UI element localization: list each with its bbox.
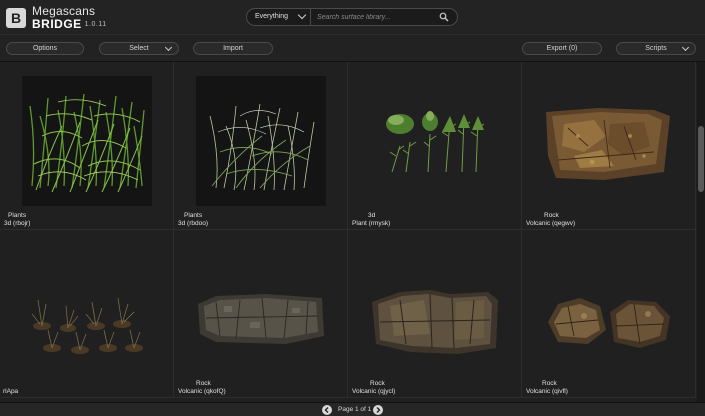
options-label: Options <box>32 45 58 52</box>
import-label: Import <box>223 45 243 52</box>
asset-tile[interactable]: Rock Volcanic (qegwv) <box>522 62 696 230</box>
search-icon[interactable] <box>439 12 449 22</box>
asset-tile[interactable]: Plants 3d (rbojr) <box>0 62 174 230</box>
asset-category: Rock <box>544 212 559 219</box>
asset-name: Volcanic (qjycl) <box>352 388 396 395</box>
asset-tile[interactable]: rlApa <box>0 230 174 398</box>
chevron-down-icon <box>164 43 173 52</box>
asset-category: 3d <box>368 212 376 219</box>
asset-name: Plant (rmysk) <box>352 220 391 227</box>
app-name-bottom: BRIDGE 1.0.11 <box>32 18 107 30</box>
app-title: Megascans BRIDGE 1.0.11 <box>32 5 107 30</box>
app-name-bottom-text: BRIDGE <box>32 17 82 31</box>
asset-tile[interactable]: Plants 3d (rbdoo) <box>174 62 348 230</box>
asset-name: Volcanic (qegwv) <box>526 220 576 227</box>
previous-page-button[interactable] <box>322 405 332 415</box>
asset-name: Volcanic (qivfl) <box>526 388 568 395</box>
search-input[interactable] <box>317 10 435 24</box>
next-page-button[interactable] <box>373 405 383 415</box>
chevron-right-icon <box>376 407 381 413</box>
dry-grass-set-thumbnail <box>31 297 143 354</box>
import-button[interactable]: Import <box>193 42 273 55</box>
grass-sparse-thumbnail <box>196 76 326 206</box>
asset-name: Volcanic (qkofQ) <box>178 388 226 395</box>
asset-category: Plants <box>8 212 27 219</box>
app-name-top: Megascans <box>32 4 96 18</box>
asset-grid: Plants 3d (rbojr) Plants 3d (rbdoo) 3d P… <box>0 62 697 402</box>
scripts-label: Scripts <box>645 45 667 52</box>
rock-flat-thumbnail <box>198 294 324 344</box>
pagination-bar: Page 1 of 1 <box>0 402 705 416</box>
chevron-down-icon <box>297 10 307 20</box>
asset-tile[interactable]: 3d Plant (rmysk) <box>348 62 522 230</box>
top-bar: B Megascans BRIDGE 1.0.11 Everything <box>0 0 705 34</box>
export-button[interactable]: Export (0) <box>522 42 602 55</box>
asset-category: Rock <box>196 380 211 387</box>
asset-name: 3d (rbdoo) <box>178 220 208 227</box>
page-indicator: Page 1 of 1 <box>338 406 372 413</box>
toolbar: Options Select Import Export (0) Scripts <box>0 34 705 62</box>
search-scope-dropdown[interactable]: Everything <box>247 9 311 25</box>
scripts-dropdown[interactable]: Scripts <box>616 42 696 55</box>
chevron-left-icon <box>324 407 329 413</box>
vertical-scrollbar[interactable] <box>697 62 705 402</box>
asset-category: Plants <box>184 212 203 219</box>
select-label: Select <box>129 45 149 52</box>
search-bar: Everything <box>246 8 458 26</box>
select-dropdown[interactable]: Select <box>99 42 179 55</box>
plant-set-thumbnail <box>386 111 485 173</box>
export-label: Export (0) <box>546 45 578 52</box>
asset-category: Rock <box>370 380 385 387</box>
asset-category: Rock <box>542 380 557 387</box>
rock-slab-thumbnail <box>546 108 670 180</box>
grass-dense-thumbnail <box>22 76 152 206</box>
asset-name: 3d (rbojr) <box>4 220 31 227</box>
rock-boulders-thumbnail <box>548 298 670 348</box>
options-button[interactable]: Options <box>6 42 84 55</box>
asset-tile[interactable]: Rock Volcanic (qkofQ) <box>174 230 348 398</box>
asset-name: rlApa <box>3 388 19 395</box>
asset-tile[interactable]: Rock Volcanic (qjycl) <box>348 230 522 398</box>
bridge-logo: B <box>6 8 26 28</box>
asset-tile[interactable]: Rock Volcanic (qivfl) <box>522 230 696 398</box>
search-scope-label: Everything <box>255 13 289 20</box>
chevron-down-icon <box>681 43 690 52</box>
rock-cliff-thumbnail <box>372 290 498 354</box>
app-version: 1.0.11 <box>84 21 107 28</box>
scrollbar-thumb[interactable] <box>698 126 704 192</box>
